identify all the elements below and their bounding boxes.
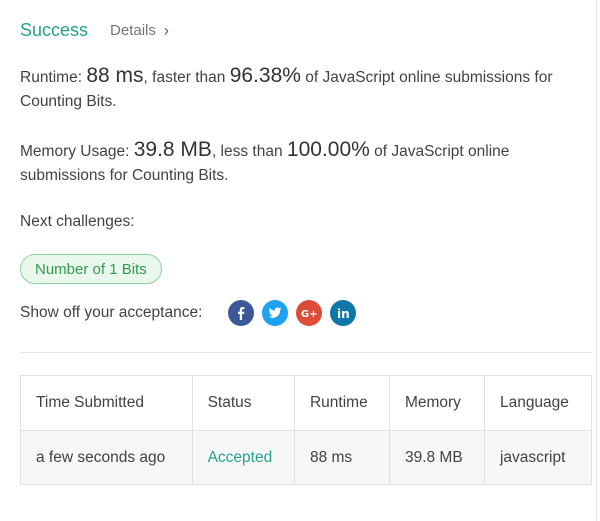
column-header: Time Submitted (20, 375, 193, 431)
memory-percentile: 100.00% (286, 138, 370, 161)
svg-text:G+: G+ (301, 309, 317, 319)
details-label: Details (110, 21, 156, 39)
table-header-row: Time Submitted Status Runtime Memory Lan… (20, 375, 593, 431)
status-title: Success (20, 19, 89, 40)
status-cell: Accepted (191, 430, 295, 485)
result-header: Success Details › (20, 16, 169, 44)
details-link[interactable]: Details › (110, 20, 169, 40)
memory-comparison: , less than (211, 143, 283, 160)
status-link[interactable]: Accepted (208, 449, 273, 466)
runtime-value: 88 ms (86, 64, 144, 87)
column-header: Runtime (293, 375, 390, 431)
runtime-stat: Runtime: 88 ms, faster than 96.38% of Ja… (20, 64, 580, 114)
column-header: Status (191, 375, 295, 431)
challenge-pill[interactable]: Number of 1 Bits (20, 254, 162, 284)
linkedin-icon[interactable]: in (330, 300, 357, 326)
runtime-label: Runtime: (20, 69, 83, 86)
memory-cell: 39.8 MB (388, 430, 485, 485)
submission-result-page: Success Details › Runtime: 88 ms, faster… (0, 0, 600, 521)
social-buttons: G+ in (228, 300, 364, 326)
column-header: Memory (388, 375, 485, 431)
twitter-icon[interactable] (262, 300, 289, 326)
frame-edge (596, 0, 597, 521)
memory-label: Memory Usage: (20, 143, 130, 160)
share-row: Show off your acceptance: G+ in (20, 298, 364, 328)
facebook-icon[interactable] (228, 300, 255, 326)
divider (20, 352, 592, 353)
table-row: a few seconds ago Accepted 88 ms 39.8 MB… (20, 430, 593, 485)
time-submitted-cell: a few seconds ago (20, 430, 193, 485)
google-plus-icon[interactable]: G+ (296, 300, 323, 326)
runtime-percentile: 96.38% (229, 64, 301, 87)
runtime-cell: 88 ms (293, 430, 390, 485)
share-label: Show off your acceptance: (20, 304, 203, 321)
memory-value: 39.8 MB (133, 138, 212, 161)
submissions-table: Time Submitted Status Runtime Memory Lan… (20, 375, 593, 485)
runtime-comparison: , faster than (143, 69, 226, 86)
memory-stat: Memory Usage: 39.8 MB, less than 100.00%… (20, 138, 580, 188)
next-challenges-label: Next challenges: (20, 213, 135, 230)
column-header: Language (483, 375, 593, 431)
svg-text:in: in (337, 307, 350, 320)
language-cell: javascript (483, 430, 593, 485)
chevron-right-icon: › (163, 20, 169, 40)
